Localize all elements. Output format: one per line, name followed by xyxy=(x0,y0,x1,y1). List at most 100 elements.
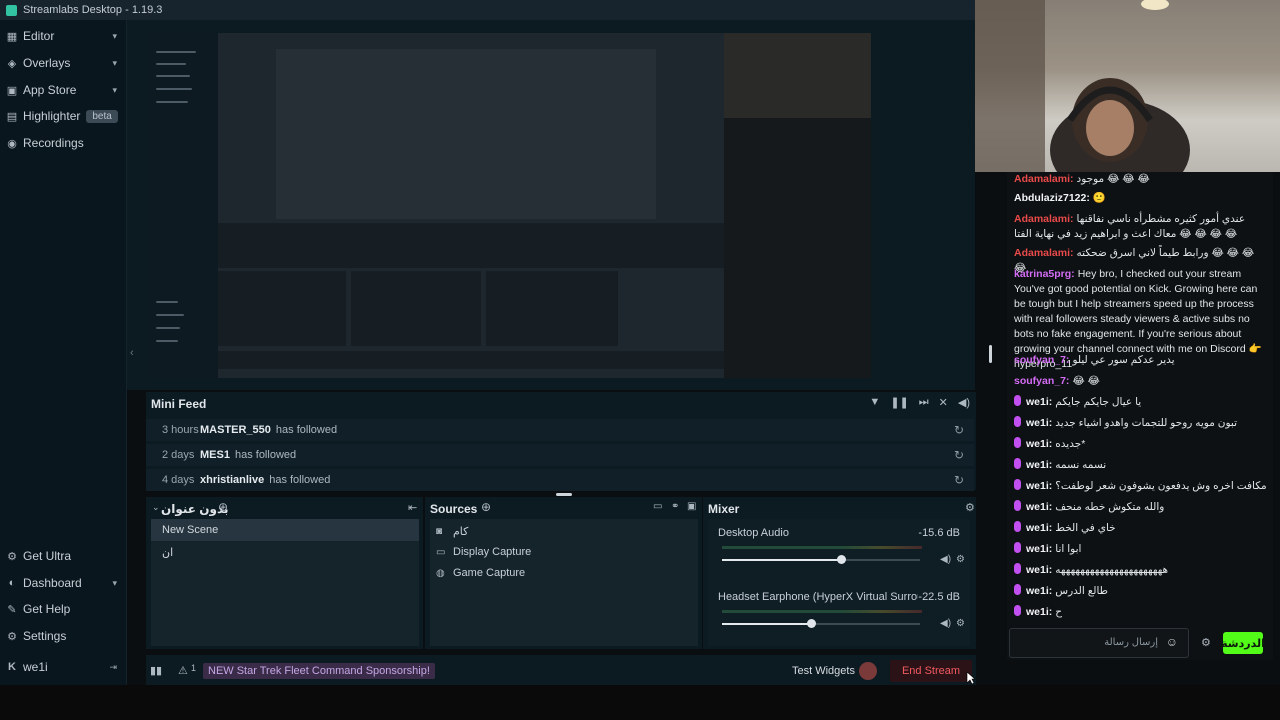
sidebar-item-overlays[interactable]: ◈ Overlays ▾ xyxy=(0,50,127,76)
mic-badge-icon xyxy=(1014,458,1021,469)
feed-time: 2 days xyxy=(162,449,195,461)
chat-username[interactable]: soufyan_7: xyxy=(1014,354,1069,366)
chat-username[interactable]: we1i: xyxy=(1026,417,1052,429)
chat-username[interactable]: soufyan_7: xyxy=(1014,375,1069,387)
chat-input[interactable]: إرسال رسالة ☺ xyxy=(1009,628,1189,658)
volume-slider[interactable] xyxy=(722,619,920,628)
chat-send-button[interactable]: الدردشة xyxy=(1221,632,1265,654)
resize-handle[interactable] xyxy=(556,493,572,496)
chat-username[interactable]: we1i: xyxy=(1026,480,1052,492)
chat-text: 😂 😂 xyxy=(1072,375,1100,387)
sidebar-item-get-ultra[interactable]: ⚙ Get Ultra xyxy=(0,543,127,569)
chat-username[interactable]: we1i: xyxy=(1026,438,1052,450)
chat-message: we1i: والله متكوش خطه منحف xyxy=(1014,500,1269,515)
sidebar-item-get-help[interactable]: ✎ Get Help xyxy=(0,596,127,622)
performance-icon[interactable]: ▮▮ xyxy=(150,664,162,677)
chat-username[interactable]: Adamalami: xyxy=(1014,173,1074,185)
emoji-icon[interactable]: ☺ xyxy=(1166,635,1178,649)
sources-title: Sources xyxy=(430,502,478,516)
chat-username[interactable]: we1i: xyxy=(1026,543,1052,555)
chat-message: soufyan_7: يدير عدكم سور عي ليلو xyxy=(1014,353,1269,368)
source-label: Display Capture xyxy=(453,546,532,558)
sidebar-item-highlighter[interactable]: ▤ Highlighter beta xyxy=(0,103,127,129)
chat-username[interactable]: we1i: xyxy=(1026,501,1052,513)
scenes-dock: ⌄ بدون عنوان ⊕ ⇤ New Scene ان xyxy=(146,497,423,649)
chat-message: we1i: تبون مويه روحو للتجمات واهدو اشياء … xyxy=(1014,416,1269,431)
sidebar-item-recordings[interactable]: ◉ Recordings xyxy=(0,130,127,156)
source-item[interactable]: ▭ Display Capture xyxy=(436,542,531,562)
scene-item[interactable]: New Scene xyxy=(151,519,419,541)
volume-icon[interactable]: ◀) xyxy=(958,396,970,409)
source-item[interactable]: ◙ كام xyxy=(436,521,468,541)
source-item[interactable]: ◍ Game Capture xyxy=(436,563,525,583)
promo-banner[interactable]: NEW Star Trek Fleet Command Sponsorship! xyxy=(203,663,435,679)
preview-sources xyxy=(351,271,481,346)
mixer-settings-icon[interactable]: ⚙ xyxy=(965,501,975,514)
sidebar-item-dashboard[interactable]: ◐ Dashboard ▾ xyxy=(0,570,127,596)
transitions-icon[interactable]: ⇤ xyxy=(408,501,417,514)
sidebar-item-label: Highlighter xyxy=(23,109,81,123)
chat-username[interactable]: Adamalami: xyxy=(1014,213,1074,225)
stream-preview[interactable] xyxy=(146,33,871,378)
chat-username[interactable]: katrina5prg: xyxy=(1014,268,1075,280)
ultra-icon: ⚙ xyxy=(7,550,17,563)
mixer-channel-db: -15.6 dB xyxy=(918,527,960,539)
sidebar-item-label: App Store xyxy=(23,83,77,97)
sidebar-item-label: Get Help xyxy=(23,602,71,616)
add-folder-icon[interactable]: ▣ xyxy=(687,501,696,512)
mic-badge-icon xyxy=(1014,479,1021,490)
chevron-down-icon[interactable]: ⌄ xyxy=(152,502,160,513)
test-widgets-button[interactable]: Test Widgets xyxy=(792,665,855,677)
pause-icon[interactable]: ❚❚ xyxy=(890,396,908,409)
chat-username[interactable]: we1i: xyxy=(1026,459,1052,471)
logout-icon[interactable]: ⇥ xyxy=(109,662,117,673)
folder-icon[interactable]: ▭ xyxy=(653,501,662,512)
sidebar-item-app-store[interactable]: ▣ App Store ▾ xyxy=(0,77,127,103)
add-source-icon[interactable]: ⊕ xyxy=(481,500,491,514)
recording-toggle[interactable] xyxy=(859,662,877,680)
speaker-icon[interactable]: ◀) xyxy=(940,554,951,565)
alert-icon[interactable]: ⚠ xyxy=(178,664,188,677)
replay-icon[interactable]: ↻ xyxy=(954,423,964,437)
mini-feed-toolbar: ▼ ❚❚ ⏭ ✕ ◀) xyxy=(869,396,970,409)
replay-icon[interactable]: ↻ xyxy=(954,473,964,487)
gear-icon[interactable]: ⚙ xyxy=(956,618,965,629)
scene-item[interactable]: ان xyxy=(151,541,419,563)
volume-slider[interactable] xyxy=(722,555,920,564)
chat-text: مكافت اخره وش يدفعون يشوفون شعر لوطفت؟ xyxy=(1055,480,1267,492)
scrollbar[interactable] xyxy=(989,345,992,363)
link-icon[interactable]: ⚭ xyxy=(671,501,679,512)
mute-alerts-icon[interactable]: ✕ xyxy=(939,396,948,409)
speaker-icon[interactable]: ◀) xyxy=(940,618,951,629)
sidebar: ▦ Editor ▾ ◈ Overlays ▾ ▣ App Store ▾ ▤ … xyxy=(0,20,127,685)
dashboard-icon: ◐ xyxy=(8,577,16,589)
sidebar-item-settings[interactable]: ⚙ Settings xyxy=(0,623,127,649)
feed-user: xhristianlive xyxy=(200,474,265,486)
mixer-channel-db: -22.5 dB xyxy=(918,591,960,603)
sidebar-item-account[interactable]: K we1i ⇥ xyxy=(0,654,127,680)
chat-username[interactable]: we1i: xyxy=(1026,585,1052,597)
chat-username[interactable]: Adamalami: xyxy=(1014,247,1074,259)
footer-bar: ▮▮ ⚠ 1 NEW Star Trek Fleet Command Spons… xyxy=(146,655,976,685)
chat-username[interactable]: we1i: xyxy=(1026,396,1052,408)
chat-username[interactable]: we1i: xyxy=(1026,606,1052,618)
chat-settings-icon[interactable]: ⚙ xyxy=(1201,636,1211,649)
chat-username[interactable]: we1i: xyxy=(1026,522,1052,534)
add-scene-icon[interactable]: ⊕ xyxy=(218,500,228,514)
skip-icon[interactable]: ⏭ xyxy=(919,396,929,409)
chat-message: we1i: ح xyxy=(1014,605,1269,620)
volume-slider-knob[interactable] xyxy=(807,619,817,628)
chat-username[interactable]: Abdulaziz7122: xyxy=(1014,192,1090,204)
chat-username[interactable]: we1i: xyxy=(1026,564,1052,576)
volume-slider-knob[interactable] xyxy=(836,555,846,564)
sidebar-item-editor[interactable]: ▦ Editor ▾ xyxy=(0,23,127,49)
collapse-arrow-icon[interactable]: ‹ xyxy=(130,347,134,359)
gear-icon[interactable]: ⚙ xyxy=(956,554,965,565)
chat-message: Abdulaziz7122: 🙂 xyxy=(1014,191,1269,206)
mixer-title: Mixer xyxy=(708,502,740,516)
end-stream-button[interactable]: End Stream xyxy=(890,660,972,682)
audio-meter xyxy=(722,610,922,613)
filter-icon[interactable]: ▼ xyxy=(869,396,880,409)
chat-message: we1i: جديده* xyxy=(1014,437,1269,452)
replay-icon[interactable]: ↻ xyxy=(954,448,964,462)
